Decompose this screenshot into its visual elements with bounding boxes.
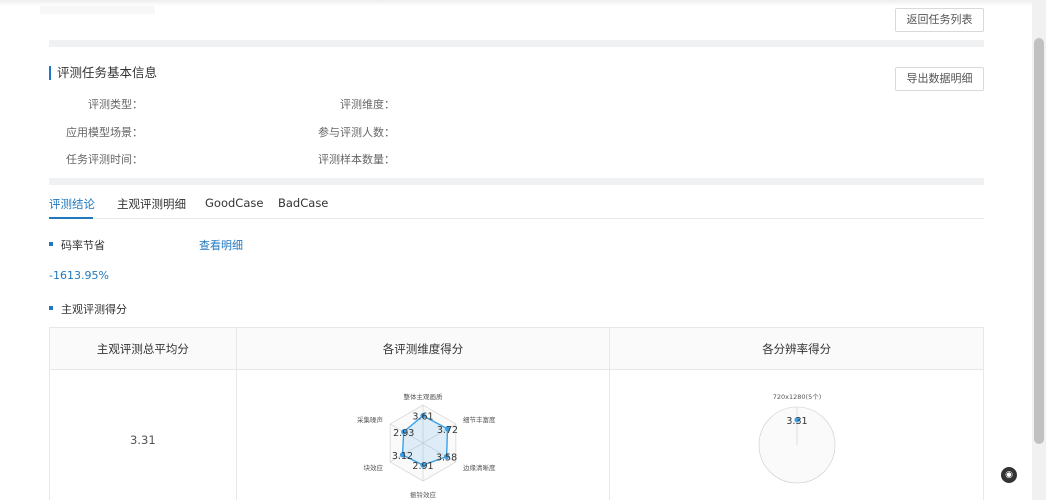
sample-count-label: 评测样本数量： — [318, 153, 395, 166]
participant-count-label: 参与评测人数： — [318, 126, 395, 139]
radar-indicator-label: 振铃效应 — [410, 490, 437, 499]
eval-type-label: 评测类型： — [88, 98, 143, 111]
radar-value-label: 3.72 — [437, 425, 458, 436]
radar-value-label: 2.91 — [412, 461, 433, 472]
model-scene-label: 应用模型场景： — [66, 126, 143, 139]
tab-conclusion[interactable]: 评测结论 — [49, 196, 95, 212]
scrollbar-thumb[interactable] — [1034, 38, 1044, 444]
radar-indicator-label: 边缘清晰度 — [463, 463, 496, 472]
radar-value-label: 3.12 — [392, 451, 413, 462]
radar-value-label: 2.93 — [393, 428, 414, 439]
back-to-task-list-button[interactable]: 返回任务列表 — [895, 8, 984, 32]
tab-badcase[interactable]: BadCase — [278, 196, 328, 210]
radar-indicator-label: 细节丰富度 — [463, 415, 496, 424]
column-header-resolution: 各分辨率得分 — [609, 327, 984, 370]
basic-info-title: 评测任务基本信息 — [49, 66, 157, 80]
radar-indicator-label: 720x1280(5个) — [772, 393, 821, 401]
dimension-radar-cell: 3.61 3.72 3.58 2.91 3.12 2.93 整体主观画质细节丰富度边缘清晰度… — [235, 369, 611, 500]
eval-dimension-label: 评测维度： — [340, 98, 395, 111]
score-table: 主观评测总平均分 各评测维度得分 各分辨率得分 3.31 3.61 3.72 3.5… — [49, 327, 984, 500]
radar-indicator-label: 块效应 — [364, 463, 384, 472]
radar-indicator-label: 整体主观画质 — [404, 392, 444, 401]
logo-area — [40, 6, 155, 14]
average-score: 3.31 — [49, 369, 237, 500]
radar-indicator-label: 采集噪声 — [357, 415, 384, 424]
active-tab-indicator — [49, 217, 93, 219]
bitrate-saving-title: 码率节省 — [61, 239, 105, 252]
bitrate-saving-value: -1613.95% — [49, 269, 109, 282]
evaluation-result-page: 返回任务列表 评测任务基本信息 导出数据明细 评测类型： 评测维度： 应用模型场… — [0, 0, 1046, 500]
eval-time-label: 任务评测时间： — [66, 153, 143, 166]
section-divider — [49, 178, 984, 185]
resolution-radar-cell: 3.31 720x1280(5个) — [609, 369, 984, 500]
subjective-score-title: 主观评测得分 — [61, 303, 127, 316]
tab-subjective-detail[interactable]: 主观评测明细 — [117, 196, 186, 212]
chrome-icon[interactable]: ◉ — [1001, 467, 1017, 483]
radar-value-label: 3.58 — [436, 453, 457, 464]
radar-value-label: 3.61 — [412, 412, 433, 423]
column-header-average: 主观评测总平均分 — [49, 327, 237, 370]
tab-divider — [49, 218, 984, 219]
column-header-dimensions: 各评测维度得分 — [235, 327, 611, 370]
dimension-radar-chart: 3.61 3.72 3.582.913.12 2.93 整体主观画质细节丰富度边缘清晰度… — [357, 392, 496, 499]
resolution-radar-chart: 3.31 720x1280(5个) — [758, 393, 835, 484]
section-divider — [49, 40, 984, 47]
bullet-icon — [49, 306, 53, 310]
bullet-icon — [49, 242, 53, 246]
view-detail-link[interactable]: 查看明细 — [199, 237, 243, 253]
tab-goodcase[interactable]: GoodCase — [205, 196, 263, 210]
export-data-button[interactable]: 导出数据明细 — [895, 67, 984, 91]
radar-value-label: 3.31 — [786, 416, 807, 427]
